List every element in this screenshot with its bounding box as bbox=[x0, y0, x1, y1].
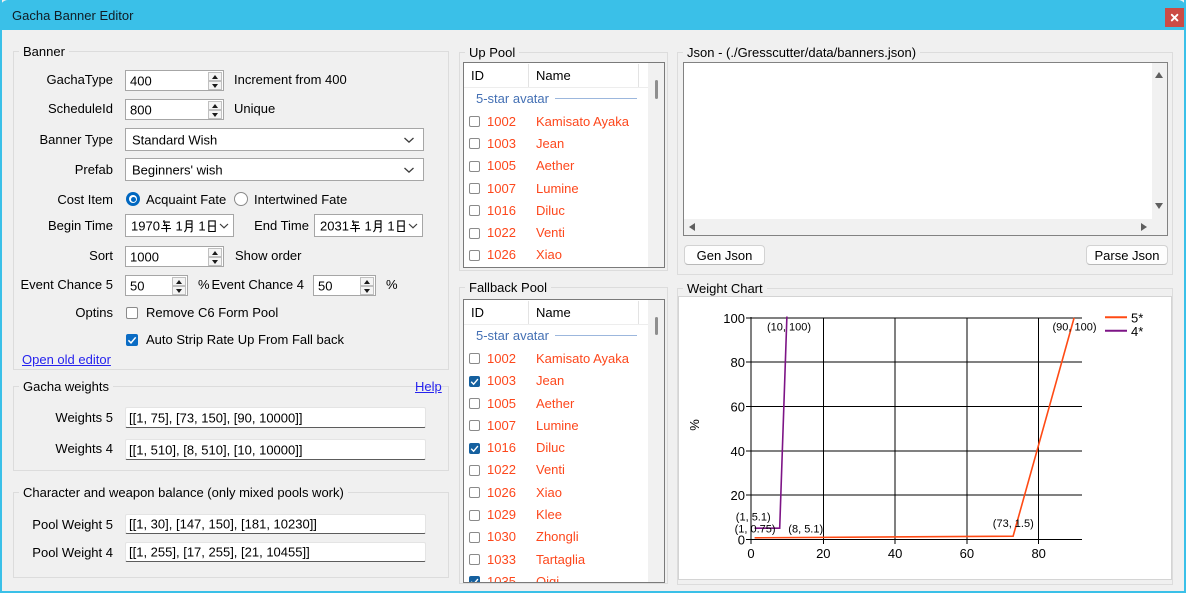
svg-text:40: 40 bbox=[731, 444, 745, 459]
svg-text:40: 40 bbox=[888, 546, 902, 561]
svg-text:4*: 4* bbox=[1131, 324, 1143, 339]
svg-text:100: 100 bbox=[723, 311, 745, 326]
svg-text:(90, 100): (90, 100) bbox=[1053, 322, 1097, 334]
svg-text:20: 20 bbox=[816, 546, 830, 561]
svg-text:(1, 5.1): (1, 5.1) bbox=[736, 512, 771, 524]
svg-text:80: 80 bbox=[1031, 546, 1045, 561]
svg-text:(73, 1.5): (73, 1.5) bbox=[993, 518, 1034, 530]
svg-text:%: % bbox=[687, 419, 702, 431]
svg-text:60: 60 bbox=[960, 546, 974, 561]
svg-text:(8, 5.1): (8, 5.1) bbox=[788, 524, 823, 536]
svg-text:20: 20 bbox=[731, 488, 745, 503]
svg-text:80: 80 bbox=[731, 355, 745, 370]
svg-text:0: 0 bbox=[747, 546, 754, 561]
svg-text:(10, 100): (10, 100) bbox=[767, 322, 811, 334]
svg-text:60: 60 bbox=[731, 400, 745, 415]
svg-text:(1, 0.75): (1, 0.75) bbox=[735, 523, 776, 535]
